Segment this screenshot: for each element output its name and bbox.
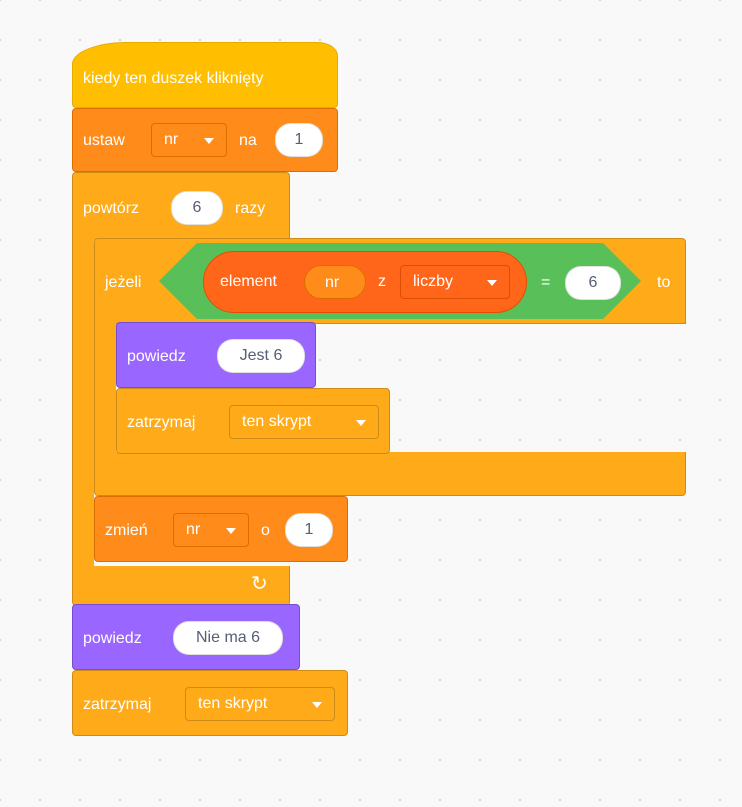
stop-inside-label: zatrzymaj [127,414,196,431]
change-value-input[interactable]: 1 [285,513,333,547]
chevron-down-icon [312,702,322,708]
say-block-after-loop[interactable]: powiedz Nie ma 6 [72,604,300,670]
equals-sign: = [541,274,551,291]
stop-inside-option: ten skrypt [242,413,312,430]
stop-after-option-dropdown[interactable]: ten skrypt [185,687,335,721]
list-name: liczby [413,273,454,290]
hat-block-label: kiedy ten duszek kliknięty [83,70,264,87]
stop-block-inside[interactable]: zatrzymaj ten skrypt [116,388,390,454]
repeat-block-arm [72,236,94,570]
if-then-block[interactable]: jeżeli element nr z liczby = 6 to [94,238,686,324]
compare-value-input[interactable]: 6 [565,266,621,300]
set-connector-label: na [239,132,257,149]
say-inside-label: powiedz [127,348,186,365]
list-dropdown[interactable]: liczby [400,265,510,299]
loop-arrow-icon: ↻ [251,573,268,595]
chevron-down-icon [356,420,366,426]
code-workspace[interactable]: kiedy ten duszek kliknięty ustaw nr na 1… [0,0,742,807]
change-connector-label: o [261,522,270,539]
repeat-suffix-label: razy [235,200,266,217]
stop-after-label: zatrzymaj [83,696,152,713]
item-of-list-reporter[interactable]: element nr z liczby [203,251,527,313]
when-sprite-clicked-hat-block[interactable]: kiedy ten duszek kliknięty [72,42,338,108]
stop-inside-option-dropdown[interactable]: ten skrypt [229,405,379,439]
change-block-label: zmień [105,522,148,539]
if-block-arm [94,322,116,456]
chevron-down-icon [226,528,236,534]
chevron-down-icon [487,280,497,286]
say-after-text-input[interactable]: Nie ma 6 [173,621,283,655]
item-label: element [220,273,277,290]
change-variable-block[interactable]: zmień nr o 1 [94,496,348,562]
stop-after-option: ten skrypt [198,695,268,712]
set-variable-dropdown[interactable]: nr [151,123,227,157]
if-block-label: jeżeli [105,274,142,291]
set-variable-block[interactable]: ustaw nr na 1 [72,108,338,172]
if-block-footer [94,452,686,496]
chevron-down-icon [204,138,214,144]
index-variable-name: nr [325,274,340,291]
say-after-label: powiedz [83,630,142,647]
repeat-block-footer: ↻ [72,566,290,606]
repeat-block-label: powtórz [83,200,140,217]
repeat-block[interactable]: powtórz 6 razy [72,172,290,240]
set-value-input[interactable]: 1 [275,123,323,157]
set-block-label: ustaw [83,132,125,149]
set-variable-name: nr [164,131,179,148]
change-variable-dropdown[interactable]: nr [173,513,249,547]
change-variable-name: nr [186,521,201,538]
then-label: to [657,274,671,291]
repeat-count-input[interactable]: 6 [171,191,223,225]
stop-block-after-loop[interactable]: zatrzymaj ten skrypt [72,670,348,736]
of-label: z [378,273,386,290]
say-inside-text-input[interactable]: Jest 6 [217,339,305,373]
index-variable-reporter[interactable]: nr [304,265,366,299]
say-block-inside[interactable]: powiedz Jest 6 [116,322,316,388]
